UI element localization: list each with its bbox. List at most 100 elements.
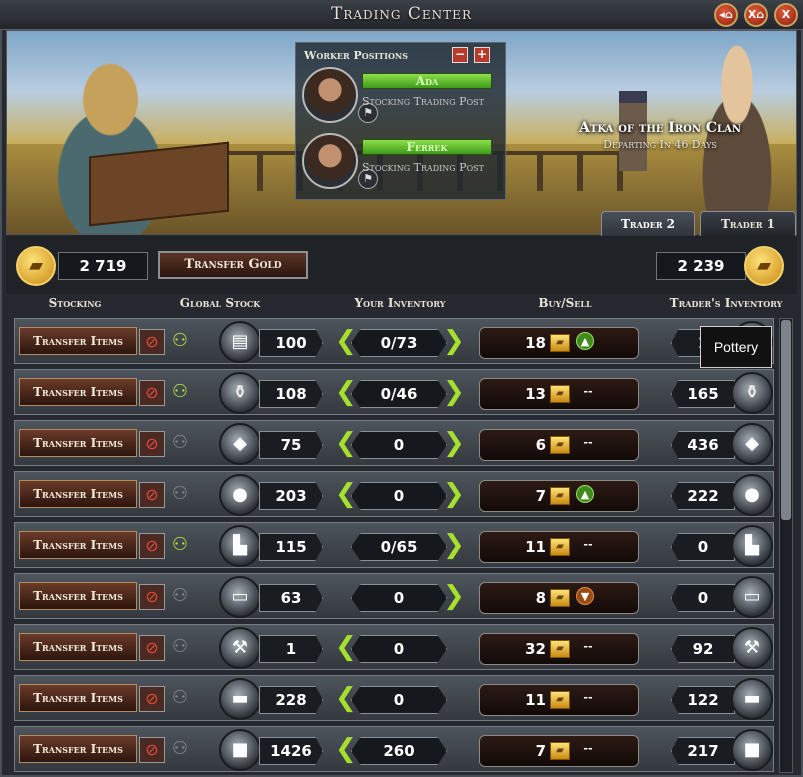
no-transfer-icon[interactable]: ⊘: [139, 533, 165, 559]
no-transfer-icon[interactable]: ⊘: [139, 635, 165, 661]
increase-arrow[interactable]: ❯: [443, 480, 465, 510]
buy-sell-price[interactable]: 6 ▰ --: [479, 429, 639, 461]
decrease-arrow[interactable]: ❮: [335, 480, 357, 510]
goods-row: Transfer Items ⊘ ⚇ ■ 1426 ❮ 260 ❯ 7 ▰ --…: [14, 726, 774, 772]
stocking-worker-icon[interactable]: ⚇: [171, 482, 189, 508]
gold-icon: ▰: [550, 487, 570, 505]
cloth-icon: ▤: [219, 321, 261, 363]
trader-inventory-value: 217: [671, 737, 735, 765]
trader-departure: Departing In 46 Days: [603, 138, 717, 151]
buy-sell-price[interactable]: 11 ▰ --: [479, 684, 639, 716]
stocking-worker-icon[interactable]: ⚇: [171, 686, 189, 712]
no-transfer-icon[interactable]: ⊘: [139, 737, 165, 763]
transfer-items-button[interactable]: Transfer Items: [19, 429, 137, 457]
gold-icon: ▰: [550, 538, 570, 556]
your-inventory-value: 260: [351, 737, 447, 765]
transfer-gold-button[interactable]: Transfer Gold: [158, 251, 308, 279]
no-trend-indicator: --: [583, 691, 593, 704]
stocking-worker-icon[interactable]: ⚇: [171, 737, 189, 763]
stocking-worker-icon[interactable]: ⚇: [171, 329, 189, 355]
gold-icon: ▰: [550, 385, 570, 403]
tab-trader-1[interactable]: Trader 1: [700, 211, 796, 236]
buy-sell-price[interactable]: 8 ▰ ▼: [479, 582, 639, 614]
goods-list: Transfer Items ⊘ ⚇ ▤ 100 ❮ 0/73 ❯ 18 ▰ ▲…: [14, 318, 774, 777]
price-value: 6: [535, 436, 546, 454]
goods-row: Transfer Items ⊘ ⚇ ● 203 ❮ 0 ❯ 7 ▰ ▲ 222…: [14, 471, 774, 517]
tab-trader-2[interactable]: Trader 2: [601, 211, 695, 236]
decrease-arrow[interactable]: ❮: [335, 429, 357, 459]
transfer-items-button[interactable]: Transfer Items: [19, 480, 137, 508]
transfer-items-button[interactable]: Transfer Items: [19, 327, 137, 355]
no-trend-indicator: --: [583, 538, 593, 551]
no-transfer-icon[interactable]: ⊘: [139, 329, 165, 355]
no-transfer-icon[interactable]: ⊘: [139, 686, 165, 712]
no-transfer-icon[interactable]: ⊘: [139, 431, 165, 457]
stocking-worker-icon[interactable]: ⚇: [171, 431, 189, 457]
buy-sell-price[interactable]: 18 ▰ ▲: [479, 327, 639, 359]
gold-icon: ▰: [550, 589, 570, 607]
your-inventory-value: 0/73: [351, 329, 447, 357]
buy-sell-price[interactable]: 7 ▰ --: [479, 735, 639, 767]
tools-icon: ⚒: [731, 627, 773, 669]
buy-sell-price[interactable]: 11 ▰ --: [479, 531, 639, 563]
buy-sell-price[interactable]: 7 ▰ ▲: [479, 480, 639, 512]
trend-up-icon: ▲: [576, 332, 594, 350]
price-value: 11: [525, 691, 546, 709]
scrollbar-thumb[interactable]: [781, 320, 791, 520]
transfer-items-button[interactable]: Transfer Items: [19, 633, 137, 661]
global-stock-value: 63: [259, 584, 323, 612]
no-transfer-icon[interactable]: ⊘: [139, 482, 165, 508]
increase-arrow[interactable]: ❯: [443, 429, 465, 459]
back-home-button[interactable]: ◂⌂: [714, 3, 738, 27]
window-title: Trading Center: [331, 4, 472, 24]
worker-slot[interactable]: ⚑ Ada Stocking Trading Post: [302, 67, 502, 129]
price-value: 7: [535, 487, 546, 505]
increase-arrow[interactable]: ❯: [443, 378, 465, 408]
decrease-arrow[interactable]: ❮: [335, 633, 357, 663]
worker-task: Stocking Trading Post: [362, 161, 484, 174]
decrease-arrow[interactable]: ❮: [335, 684, 357, 714]
global-stock-value: 75: [259, 431, 323, 459]
stocking-worker-icon[interactable]: ⚇: [171, 380, 189, 406]
coal-icon: ●: [219, 474, 261, 516]
remove-worker-button[interactable]: −: [452, 47, 468, 63]
column-header-stocking: Stocking: [48, 296, 102, 310]
pottery-icon: ⚱: [731, 372, 773, 414]
add-worker-button[interactable]: +: [474, 47, 490, 63]
worker-positions-header: Worker Positions: [304, 49, 409, 62]
transfer-items-button[interactable]: Transfer Items: [19, 582, 137, 610]
increase-arrow[interactable]: ❯: [443, 582, 465, 612]
transfer-items-button[interactable]: Transfer Items: [19, 531, 137, 559]
gold-icon: ▰: [550, 691, 570, 709]
buy-sell-price[interactable]: 32 ▰ --: [479, 633, 639, 665]
increase-arrow[interactable]: ❯: [443, 531, 465, 561]
trader-gold-amount: 2 239: [656, 252, 746, 280]
stocking-worker-icon[interactable]: ⚇: [171, 584, 189, 610]
no-transfer-icon[interactable]: ⊘: [139, 380, 165, 406]
gold-icon: ▰: [16, 246, 56, 286]
goods-row: Transfer Items ⊘ ⚇ ▬ 228 ❮ 0 ❯ 11 ▰ -- 1…: [14, 675, 774, 721]
worker-name: Ada: [362, 73, 492, 89]
trend-down-icon: ▼: [576, 587, 594, 605]
increase-arrow[interactable]: ❯: [443, 327, 465, 357]
ore-icon: ◆: [219, 423, 261, 465]
close-button[interactable]: X: [774, 3, 798, 27]
transfer-items-button[interactable]: Transfer Items: [19, 378, 137, 406]
worker-task: Stocking Trading Post: [362, 95, 484, 108]
close-home-button[interactable]: X⌂: [744, 3, 768, 27]
trader-inventory-value: 0: [671, 533, 735, 561]
stocking-worker-icon[interactable]: ⚇: [171, 635, 189, 661]
transfer-items-button[interactable]: Transfer Items: [19, 735, 137, 763]
worker-slot[interactable]: ⚑ Ferrek Stocking Trading Post: [302, 133, 502, 195]
transfer-items-button[interactable]: Transfer Items: [19, 684, 137, 712]
decrease-arrow[interactable]: ❮: [335, 327, 357, 357]
stocking-worker-icon[interactable]: ⚇: [171, 533, 189, 559]
goods-row: Transfer Items ⊘ ⚇ ⚱ 108 ❮ 0/46 ❯ 13 ▰ -…: [14, 369, 774, 415]
column-header-your-inventory: Your Inventory: [354, 296, 446, 310]
no-transfer-icon[interactable]: ⊘: [139, 584, 165, 610]
buy-sell-price[interactable]: 13 ▰ --: [479, 378, 639, 410]
trader-inventory-value: 436: [671, 431, 735, 459]
decrease-arrow[interactable]: ❮: [335, 735, 357, 765]
decrease-arrow[interactable]: ❮: [335, 378, 357, 408]
pottery-icon: ⚱: [219, 372, 261, 414]
